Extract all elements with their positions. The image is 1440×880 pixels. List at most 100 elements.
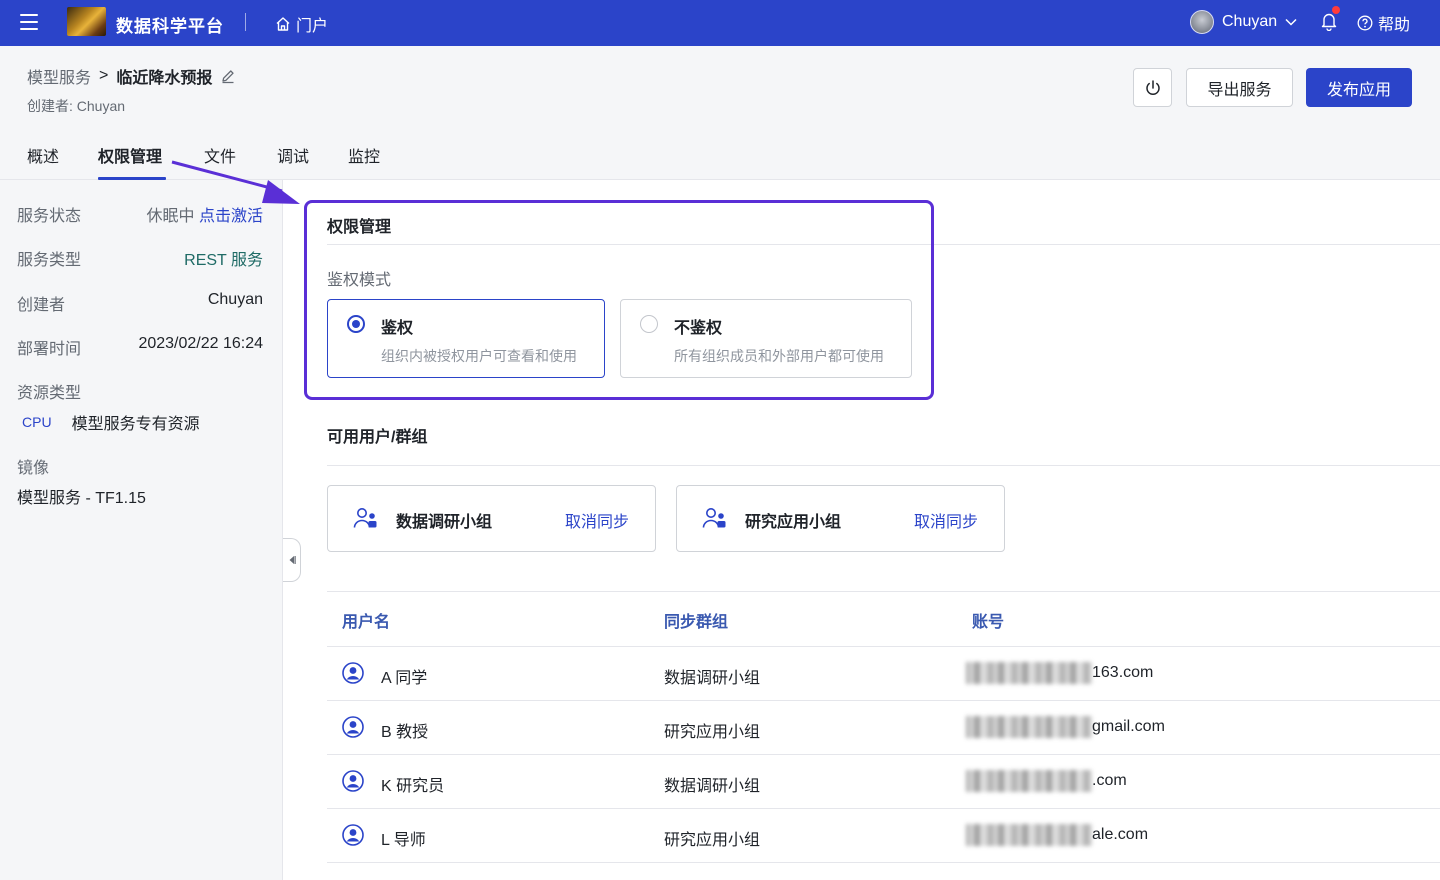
edit-pencil-icon[interactable] (220, 68, 236, 84)
table-top-border (327, 591, 1440, 592)
user-name: Chuyan (1222, 13, 1278, 30)
auth-radio-checked[interactable] (347, 315, 365, 333)
table-row-border (327, 808, 1440, 809)
account-cell: ale.com (1092, 826, 1149, 843)
user-group-icon (702, 508, 726, 528)
image-value: 模型服务 - TF1.15 (17, 490, 146, 507)
info-row-type: 服务类型 REST 服务 (17, 246, 263, 270)
user-name-cell: B 教授 (381, 724, 429, 741)
platform-logo[interactable] (67, 7, 106, 36)
groups-title: 可用用户/群组 (327, 429, 428, 446)
avatar (1190, 10, 1214, 34)
user-name-cell: L 导师 (381, 832, 426, 849)
deploy-time-value: 2023/02/22 16:24 (138, 335, 263, 352)
breadcrumb-parent-link[interactable]: 模型服务 (27, 64, 91, 88)
annotation-arrow (171, 160, 300, 204)
user-avatar-icon (342, 824, 364, 846)
breadcrumb-current: 临近降水预报 (116, 70, 213, 87)
info-row-image: 镜像 (17, 454, 263, 478)
creator-value: Chuyan (207, 291, 263, 308)
sidebar-collapse-handle[interactable] (283, 538, 301, 582)
table-row-border (327, 862, 1440, 863)
portal-label: 门户 (296, 18, 329, 35)
auth-option-enabled[interactable]: 鉴权 组织内被授权用户可查看和使用 (327, 299, 605, 378)
resource-value-row: CPU 模型服务专有资源 (22, 410, 200, 434)
portal-link[interactable]: 门户 (275, 12, 328, 36)
notification-dot (1332, 6, 1340, 14)
group-card: 研究应用小组 取消同步 (676, 485, 1005, 552)
table-row-border (327, 700, 1440, 701)
info-row-resource: 资源类型 (17, 379, 263, 403)
help-link[interactable]: 帮助 (1357, 11, 1410, 35)
cpu-tag: CPU (22, 414, 52, 430)
user-avatar-icon (342, 716, 364, 738)
account-cell: gmail.com (1092, 718, 1165, 735)
status-value: 休眠中 (146, 208, 195, 225)
auth-mode-label: 鉴权模式 (327, 272, 392, 289)
redacted-account-mask (966, 662, 1092, 684)
column-header-username: 用户名 (342, 614, 391, 631)
type-value: REST 服务 (184, 252, 263, 269)
user-name-cell: A 同学 (381, 670, 428, 687)
deploy-time-label: 部署时间 (17, 341, 82, 358)
auth-option-desc: 所有组织成员和外部用户都可使用 (674, 348, 884, 364)
auth-option-disabled[interactable]: 不鉴权 所有组织成员和外部用户都可使用 (620, 299, 912, 378)
creator-label: 创建者 (17, 297, 66, 314)
groups-divider (327, 465, 1440, 466)
group-cell: 数据调研小组 (664, 778, 761, 795)
redacted-account-mask (966, 824, 1092, 846)
power-button[interactable] (1133, 68, 1172, 107)
service-info-sidebar: 服务状态 休眠中 点击激活 服务类型 REST 服务 创建者 Chuyan 部署… (0, 180, 283, 880)
publish-app-button[interactable]: 发布应用 (1306, 68, 1412, 107)
resource-value: 模型服务专有资源 (71, 416, 200, 433)
group-cell: 数据调研小组 (664, 670, 761, 687)
column-header-group: 同步群组 (664, 614, 729, 631)
unsync-button[interactable]: 取消同步 (914, 508, 978, 532)
breadcrumb: 模型服务 > 临近降水预报 (27, 64, 236, 88)
type-label: 服务类型 (17, 252, 82, 269)
redacted-account-mask (966, 716, 1092, 738)
account-cell: 163.com (1092, 664, 1154, 681)
unsync-button[interactable]: 取消同步 (565, 508, 629, 532)
user-menu[interactable]: Chuyan (1190, 10, 1297, 34)
creator-line: 创建者: Chuyan (27, 98, 126, 114)
auth-radio-unchecked[interactable] (640, 315, 658, 333)
account-cell: .com (1092, 772, 1127, 789)
hamburger-menu-icon[interactable] (20, 14, 38, 30)
activate-link[interactable]: 点击激活 (199, 208, 263, 225)
app-title[interactable]: 数据科学平台 (116, 12, 224, 37)
tab-overview[interactable]: 概述 (27, 143, 59, 167)
image-label: 镜像 (17, 460, 50, 477)
export-service-button[interactable]: 导出服务 (1186, 68, 1293, 107)
group-cell: 研究应用小组 (664, 832, 761, 849)
home-icon (276, 17, 290, 31)
info-row-creator: 创建者 Chuyan (17, 291, 263, 315)
auth-option-title: 鉴权 (381, 320, 414, 337)
bell-icon[interactable] (1320, 11, 1338, 31)
question-circle-icon (1357, 15, 1373, 31)
table-header-border (327, 646, 1440, 647)
group-cell: 研究应用小组 (664, 724, 761, 741)
breadcrumb-separator: > (99, 67, 109, 84)
top-divider (245, 13, 246, 31)
info-row-deploy-time: 部署时间 2023/02/22 16:24 (17, 335, 263, 359)
user-avatar-icon (342, 662, 364, 684)
user-avatar-icon (342, 770, 364, 792)
redacted-account-mask (966, 770, 1092, 792)
group-name: 研究应用小组 (745, 514, 842, 531)
top-navigation-bar: 数据科学平台 门户 Chuyan 帮助 (0, 0, 1440, 46)
auth-option-desc: 组织内被授权用户可查看和使用 (381, 348, 577, 364)
auth-option-title: 不鉴权 (674, 320, 723, 337)
tab-permissions[interactable]: 权限管理 (98, 143, 162, 167)
power-icon (1145, 79, 1160, 95)
collapse-left-icon (289, 556, 296, 564)
tab-monitor[interactable]: 监控 (348, 143, 380, 167)
chevron-down-icon (1285, 18, 1297, 26)
user-name-cell: K 研究员 (381, 778, 445, 795)
user-group-icon (353, 508, 377, 528)
status-label: 服务状态 (17, 208, 82, 225)
table-row-border (327, 754, 1440, 755)
help-label: 帮助 (1378, 17, 1411, 34)
group-card: 数据调研小组 取消同步 (327, 485, 656, 552)
resource-label: 资源类型 (17, 385, 82, 402)
